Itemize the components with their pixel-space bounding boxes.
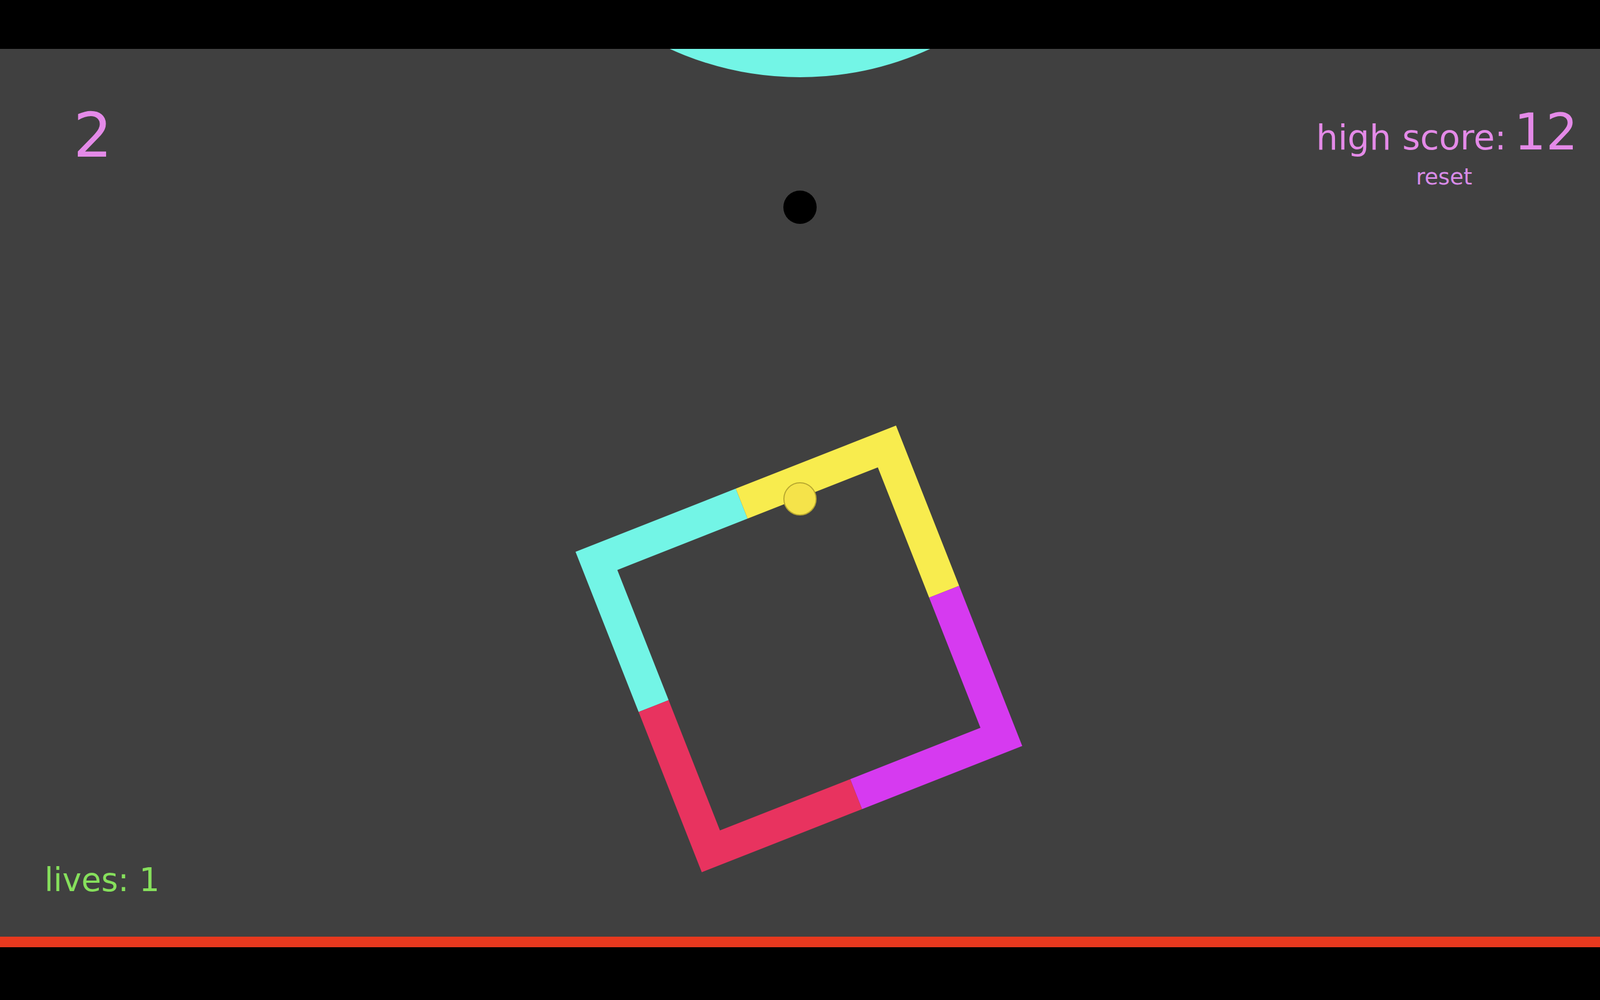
- high-score-panel: high score:12reset: [1316, 102, 1578, 190]
- game-screen: 2high score:12resetlives: 1: [0, 0, 1600, 1000]
- game-area[interactable]: 2high score:12resetlives: 1: [0, 48, 1600, 937]
- high-score: high score:12: [1316, 102, 1578, 163]
- top-bar: [0, 0, 1600, 49]
- high-score-label: high score:: [1316, 117, 1507, 159]
- square-obstacle: [575, 425, 1023, 873]
- color-switcher-dot: [783, 190, 817, 224]
- player-ball[interactable]: [783, 482, 817, 515]
- high-score-value: 12: [1513, 102, 1578, 163]
- game-canvas[interactable]: [0, 48, 1600, 937]
- floor-line: [0, 936, 1600, 948]
- obstacle-segment: [575, 488, 799, 713]
- lives: lives: 1: [44, 861, 160, 900]
- next-obstacle-ring: [502, 48, 1098, 62]
- obstacle-segment: [638, 648, 863, 873]
- obstacle-segment: [735, 425, 959, 649]
- reset-button[interactable]: reset: [1416, 163, 1473, 190]
- score: 2: [73, 98, 113, 173]
- obstacle-segment: [798, 585, 1023, 809]
- bottom-bar: [0, 947, 1600, 1000]
